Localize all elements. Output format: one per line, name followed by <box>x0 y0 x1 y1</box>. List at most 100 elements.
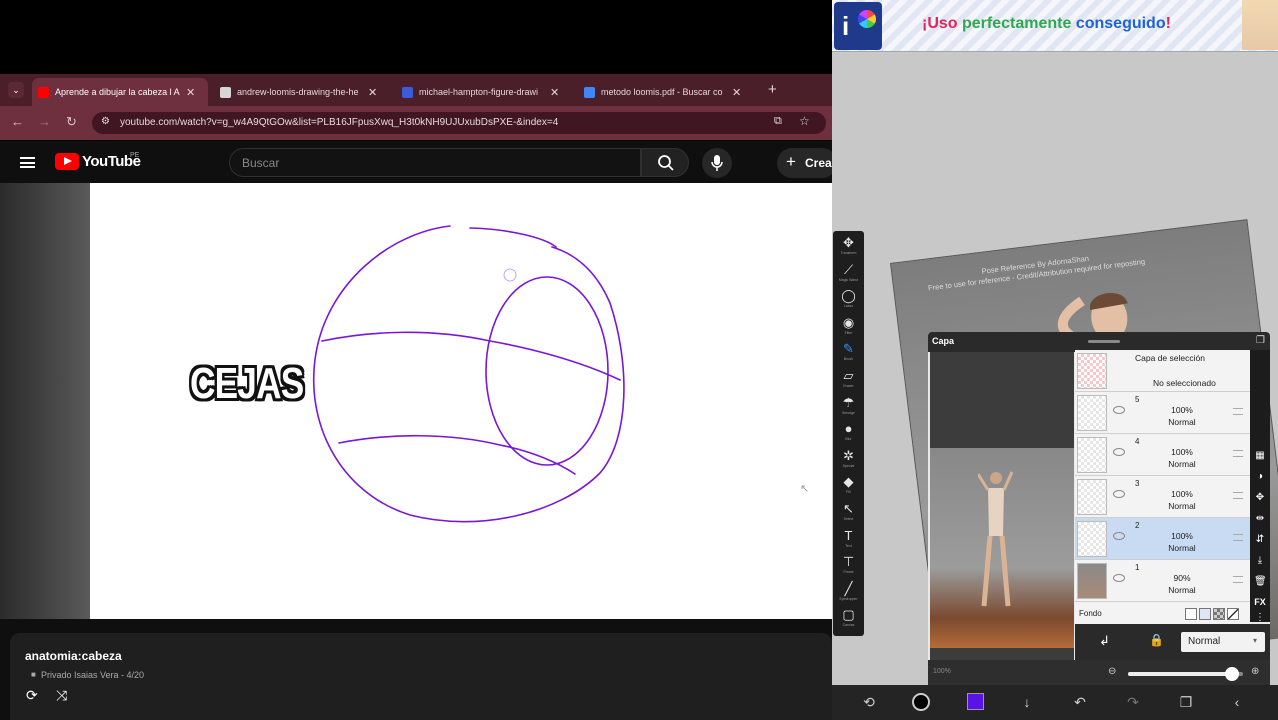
opacity-thumb[interactable] <box>1224 667 1239 681</box>
youtube-logo[interactable]: YouTube <box>55 153 141 170</box>
back-icon[interactable]: ← <box>11 115 24 129</box>
bookmark-star-icon[interactable]: ☆ <box>799 114 810 128</box>
drawing-canvas[interactable]: Pose Reference By AdornaShan Free to use… <box>832 53 1278 687</box>
color-wheel-icon <box>858 10 876 28</box>
tab-search-button[interactable]: ⌄ <box>8 82 24 98</box>
more-icon[interactable]: ⋮ <box>1254 612 1266 623</box>
merge-down-icon[interactable]: ⤓ <box>1254 555 1266 566</box>
layer-number: 4 <box>1135 437 1140 446</box>
shuffle-icon[interactable]: ⤨ <box>56 687 67 704</box>
tab-close-icon[interactable]: ✕ <box>732 86 741 99</box>
loop-icon[interactable]: ⟳ <box>26 687 38 704</box>
layer-panel-header[interactable]: Capa ❐ <box>928 332 1270 352</box>
tab-close-icon[interactable]: ✕ <box>368 86 377 99</box>
tool-lasso[interactable]: ◯ Lasso <box>837 288 860 314</box>
tool-transform[interactable]: ✥ Transform <box>837 235 860 261</box>
drag-handle-icon[interactable] <box>1233 450 1243 457</box>
eye-icon[interactable] <box>1113 532 1125 540</box>
drag-handle-icon[interactable] <box>1233 408 1243 415</box>
expand-panel-icon[interactable]: ❐ <box>1256 335 1265 346</box>
tab-close-icon[interactable]: ✕ <box>186 86 195 99</box>
tool-label: Select <box>843 517 854 521</box>
layer-row[interactable]: 1 90% Normal <box>1075 560 1250 602</box>
tool-text[interactable]: T Text <box>837 528 860 554</box>
blend-mode-select[interactable]: Normal ▾ <box>1181 632 1265 652</box>
move-layer-icon[interactable]: ✥ <box>1254 492 1266 503</box>
drag-handle-icon[interactable] <box>1233 534 1243 541</box>
clip-arrow-icon[interactable]: ↲ <box>1099 633 1110 649</box>
back-icon[interactable]: ‹ <box>1228 693 1246 711</box>
background-light-swatch[interactable] <box>1199 608 1211 620</box>
layer-row[interactable]: 3 100% Normal <box>1075 476 1250 518</box>
new-tab-button[interactable]: + <box>768 81 777 98</box>
drag-handle-icon[interactable] <box>1233 576 1243 583</box>
url-text: youtube.com/watch?v=g_w4A9QtGOw&list=PLB… <box>120 117 559 128</box>
tool-eraser[interactable]: ▱ Eraser <box>837 368 860 394</box>
tool-frame[interactable]: ⊤ Frame <box>837 554 860 580</box>
brush-size-icon[interactable] <box>912 693 930 711</box>
layers-icon[interactable]: ❐ <box>1177 693 1195 711</box>
layer-row[interactable]: 2 100% Normal <box>1075 518 1250 560</box>
tool-canvas[interactable]: ▢ Canvas <box>837 607 860 633</box>
eye-icon[interactable] <box>1113 490 1125 498</box>
flip-layer-h-icon[interactable]: ⇹ <box>1254 513 1266 524</box>
tool-special[interactable]: ✲ Special <box>837 448 860 474</box>
search-button[interactable] <box>641 148 689 177</box>
rotate-icon[interactable]: ⟲ <box>860 693 878 711</box>
site-info-icon[interactable]: ⚙ <box>101 116 110 127</box>
playlist-title[interactable]: anatomia:cabeza <box>25 649 122 663</box>
layer-preview: + ⧉ ◉ ⇹ ⇵ <box>930 352 1074 680</box>
video-player[interactable]: CEJAS ↖ <box>0 183 832 619</box>
opacity-plus-icon[interactable]: ⊕ <box>1251 666 1259 677</box>
search-input[interactable]: Buscar <box>229 148 641 177</box>
forward-icon[interactable]: → <box>38 115 51 129</box>
background-check-swatch[interactable] <box>1213 608 1225 620</box>
url-field[interactable]: ⚙ youtube.com/watch?v=g_w4A9QtGOw&list=P… <box>92 112 826 134</box>
tool-label: Fill <box>846 490 851 495</box>
video-frame: CEJAS ↖ <box>90 183 832 619</box>
eye-icon[interactable] <box>1113 574 1125 582</box>
ad-banner[interactable]: i ¡Uso perfectamente conseguido! <box>832 0 1278 52</box>
tool-blur[interactable]: ● Blur <box>837 421 860 447</box>
layer-down-icon[interactable]: ↓ <box>1018 693 1036 711</box>
checker-icon[interactable]: ▦ <box>1254 450 1266 461</box>
delete-layer-icon[interactable]: 🗑 <box>1254 576 1267 587</box>
voice-search-button[interactable] <box>702 148 732 178</box>
tab-3[interactable]: michael-hampton-figure-drawi ✕ <box>396 78 572 106</box>
tool-brush[interactable]: ✎ Brush <box>837 341 860 367</box>
layer-row[interactable]: 5 100% Normal <box>1075 392 1250 434</box>
layer-row[interactable]: 4 100% Normal <box>1075 434 1250 476</box>
eyedropper-icon: ╱ <box>844 580 853 596</box>
fx-icon[interactable]: FX <box>1254 597 1266 607</box>
opacity-minus-icon[interactable]: ⊖ <box>1108 666 1116 677</box>
tool-smudge[interactable]: ☂ Smudge <box>837 395 860 421</box>
panel-drag-handle[interactable] <box>1088 340 1120 343</box>
eye-icon[interactable] <box>1113 448 1125 456</box>
alpha-lock-icon[interactable]: 🔒 <box>1149 633 1164 647</box>
flip-layer-v-icon[interactable]: ⇵ <box>1254 534 1266 545</box>
drag-handle-icon[interactable] <box>1233 492 1243 499</box>
background-row[interactable]: Fondo <box>1075 604 1250 624</box>
tab-2[interactable]: andrew-loomis-drawing-the-he ✕ <box>214 78 390 106</box>
tab-close-icon[interactable]: ✕ <box>550 86 559 99</box>
menu-icon[interactable] <box>20 157 35 168</box>
background-white-swatch[interactable] <box>1185 608 1197 620</box>
color-swatch[interactable] <box>966 693 984 711</box>
opacity-slider[interactable] <box>1128 667 1243 681</box>
selection-layer-row[interactable]: Capa de selección No seleccionado <box>1075 350 1250 392</box>
reload-icon[interactable]: ↻ <box>66 115 77 129</box>
background-none-swatch[interactable] <box>1227 608 1239 620</box>
undo-icon[interactable]: ↶ <box>1071 693 1089 711</box>
tab-1[interactable]: Aprende a dibujar la cabeza l An ✕ <box>32 78 208 106</box>
tool-select[interactable]: ↖ Select <box>837 501 860 527</box>
redo-icon[interactable]: ↷ <box>1124 693 1142 711</box>
tab-4[interactable]: metodo loomis.pdf - Buscar co ✕ <box>578 78 754 106</box>
tool-fill[interactable]: ◆ Fill <box>837 474 860 500</box>
install-app-icon[interactable]: ⧉ <box>774 115 782 128</box>
eye-icon[interactable] <box>1113 406 1125 414</box>
tool-eyedropper[interactable]: ╱ Eyedropper <box>837 581 860 607</box>
tool-magic-wand[interactable]: ⟋ Magic Wand <box>837 262 860 288</box>
tool-filter[interactable]: ◉ Filter <box>837 315 860 341</box>
create-button[interactable]: + Crear <box>777 148 837 178</box>
clipping-icon[interactable]: ◑ <box>1254 471 1266 482</box>
